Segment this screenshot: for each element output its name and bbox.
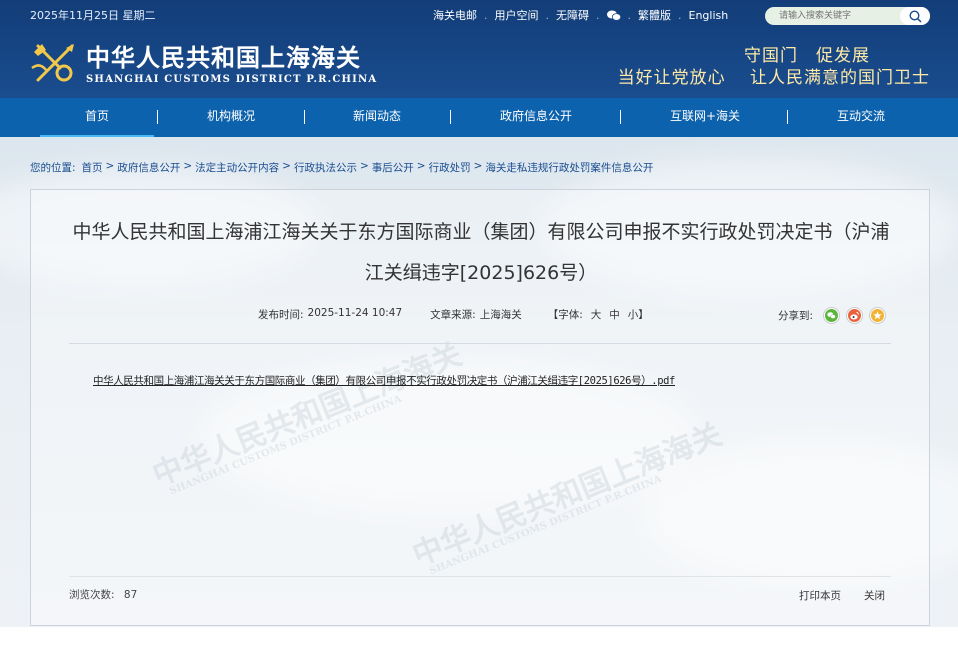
page-bottom	[0, 627, 958, 648]
source-label: 文章来源:	[430, 309, 476, 321]
font-size-small[interactable]: 小	[628, 307, 639, 322]
nav-separator	[787, 110, 788, 124]
nav-separator	[157, 110, 158, 124]
nav-item-gov-info[interactable]: 政府信息公开	[466, 98, 606, 137]
view-count-label: 浏览次数:	[69, 589, 115, 601]
toplink-email[interactable]: 海关电邮	[433, 7, 477, 23]
site-title[interactable]: 中华人民共和国上海海关	[86, 38, 361, 73]
breadcrumb-item-case-info[interactable]: 海关走私违规行政处罚案件信息公开	[485, 160, 653, 175]
breadcrumb-item-post-disclosure[interactable]: 事后公开	[372, 160, 414, 175]
nav-separator	[450, 110, 451, 124]
toplink-separator: .	[678, 8, 682, 22]
view-count-value: 87	[123, 589, 138, 601]
breadcrumb-item-statutory[interactable]: 法定主动公开内容	[195, 160, 279, 175]
font-size-label: 【字体:	[547, 309, 583, 321]
close-button[interactable]: 关闭	[864, 588, 885, 603]
watermark: SHANGHAI CUSTOMS DISTRICT P.R.CHINA	[428, 473, 664, 578]
font-size-large[interactable]: 大	[591, 307, 602, 322]
wechat-share-icon[interactable]	[823, 307, 841, 324]
site-subtitle: SHANGHAI CUSTOMS DISTRICT P.R.CHINA	[86, 74, 378, 85]
weibo-share-icon[interactable]	[846, 307, 864, 324]
breadcrumb: 您的位置: 首页 > 政府信息公开 > 法定主动公开内容 > 行政执法公示 > …	[30, 160, 653, 175]
watermark: SHANGHAI CUSTOMS DISTRICT P.R.CHINA	[168, 393, 404, 498]
breadcrumb-separator: >	[473, 160, 483, 172]
nav-item-news[interactable]: 新闻动态	[320, 98, 434, 137]
breadcrumb-item-enforcement[interactable]: 行政执法公示	[294, 160, 357, 175]
nav-item-internet-customs[interactable]: 互联网+海关	[640, 98, 770, 137]
top-bar: 2025年11月25日 星期二 海关电邮 . 用户空间 . 无障碍 . . 繁體…	[0, 0, 958, 30]
site-header: 2025年11月25日 星期二 海关电邮 . 用户空间 . 无障碍 . . 繁體…	[0, 0, 958, 98]
toplink-traditional[interactable]: 繁體版	[638, 7, 671, 23]
print-button[interactable]: 打印本页	[799, 588, 841, 603]
toplink-separator: .	[627, 8, 632, 22]
source: 上海海关	[479, 309, 522, 321]
nav-separator	[304, 110, 305, 124]
current-date: 2025年11月25日 星期二	[30, 9, 156, 22]
breadcrumb-separator: >	[282, 160, 291, 172]
main-nav: 首页 机构概况 新闻动态 政府信息公开 互联网+海关 互动交流	[0, 98, 958, 137]
nav-separator	[620, 110, 621, 124]
search-icon	[908, 9, 922, 23]
article-container: 中华人民共和国上海海关 SHANGHAI CUSTOMS DISTRICT P.…	[30, 189, 930, 626]
search-box	[765, 7, 930, 25]
font-size-medium[interactable]: 中	[609, 307, 620, 322]
breadcrumb-prefix: 您的位置:	[30, 162, 76, 174]
view-count: 浏览次数: 87	[69, 587, 137, 602]
nav-item-organization[interactable]: 机构概况	[175, 98, 287, 137]
nav-item-home[interactable]: 首页	[40, 98, 154, 137]
search-input[interactable]	[765, 8, 895, 24]
divider	[69, 576, 891, 577]
toplink-accessibility[interactable]: 无障碍	[556, 7, 589, 23]
customs-emblem-logo[interactable]	[30, 38, 80, 88]
breadcrumb-separator: >	[183, 160, 193, 172]
slogan-line2: 当好让党放心 让人民满意的国门卫士	[617, 68, 930, 88]
toplink-user-space[interactable]: 用户空间	[495, 7, 539, 23]
toplink-separator: .	[545, 8, 550, 22]
article-meta: 发布时间: 2025-11-24 10:47 文章来源: 上海海关 【字体: 大…	[258, 307, 653, 322]
nav-item-interaction[interactable]: 互动交流	[805, 98, 917, 137]
favorite-share-icon[interactable]	[869, 307, 887, 324]
breadcrumb-item-penalty[interactable]: 行政处罚	[429, 160, 471, 175]
toplink-separator: .	[484, 8, 488, 22]
publish-time-label: 发布时间:	[258, 309, 304, 321]
watermark: 中华人民共和国上海海关	[407, 417, 727, 574]
wechat-icon[interactable]	[606, 10, 621, 21]
breadcrumb-separator: >	[359, 160, 369, 172]
toplink-english[interactable]: English	[689, 9, 729, 22]
share-bar: 分享到:	[778, 307, 887, 324]
font-size-end: 】	[638, 309, 649, 321]
search-button[interactable]	[900, 7, 930, 25]
article-title: 中华人民共和国上海浦江海关关于东方国际商业（集团）有限公司申报不实行政处罚决定书…	[72, 221, 890, 284]
pdf-attachment-link[interactable]: 中华人民共和国上海浦江海关关于东方国际商业（集团）有限公司申报不实行政处罚决定书…	[93, 373, 675, 388]
breadcrumb-item-home[interactable]: 首页	[82, 160, 103, 175]
share-label: 分享到:	[778, 310, 814, 322]
divider	[69, 343, 891, 344]
toplink-separator: .	[596, 8, 600, 22]
publish-time: 2025-11-24 10:47	[307, 307, 403, 319]
watermark: 中华人民共和国上海海关	[147, 337, 467, 494]
breadcrumb-separator: >	[416, 160, 426, 172]
top-links: 海关电邮 . 用户空间 . 无障碍 . . 繁體版 . English	[433, 7, 728, 23]
breadcrumb-separator: >	[105, 160, 115, 172]
breadcrumb-item-gov-info[interactable]: 政府信息公开	[117, 160, 180, 175]
